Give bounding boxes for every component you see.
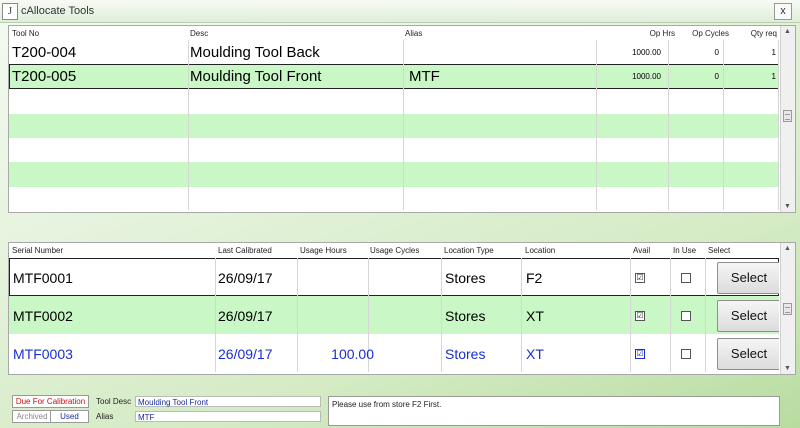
in-use-checkbox[interactable] <box>681 311 691 321</box>
col-op-hrs[interactable]: Op Hrs <box>650 29 675 38</box>
tool-alias: MTF <box>409 68 440 85</box>
empty-row <box>9 114 779 138</box>
scroll-thumb[interactable] <box>783 110 792 122</box>
tool-desc-field[interactable]: Moulding Tool Front <box>135 396 321 407</box>
location-type: Stores <box>445 308 486 324</box>
col-location-type[interactable]: Location Type <box>444 246 494 255</box>
location: F2 <box>526 270 543 286</box>
col-tool-no[interactable]: Tool No <box>12 29 39 38</box>
in-use-checkbox[interactable] <box>681 273 691 283</box>
table-row[interactable]: MTF0003 26/09/17 100.00 Stores XT ☑ Sele… <box>9 334 779 372</box>
scroll-up-icon[interactable]: ▲ <box>784 28 791 35</box>
col-op-cycles[interactable]: Op Cycles <box>692 29 729 38</box>
tools-grid-scrollbar[interactable]: ▲ ▼ <box>780 26 795 212</box>
archived-badge: Archived <box>12 410 52 423</box>
col-serial-number[interactable]: Serial Number <box>12 246 63 255</box>
avail-checkbox[interactable]: ☑ <box>635 349 645 359</box>
empty-row <box>9 187 779 210</box>
location: XT <box>526 308 544 324</box>
col-usage-hours[interactable]: Usage Hours <box>300 246 347 255</box>
alias-label: Alias <box>96 412 114 421</box>
scroll-down-icon[interactable]: ▼ <box>784 365 791 372</box>
window-title: cAllocate Tools <box>21 5 95 17</box>
serials-grid-header: Serial Number Last Calibrated Usage Hour… <box>9 243 779 257</box>
qty-req: 1 <box>771 72 776 81</box>
scroll-up-icon[interactable]: ▲ <box>784 245 791 252</box>
title-bar: J cAllocate Tools x <box>0 0 800 23</box>
empty-row <box>9 138 779 162</box>
col-usage-cycles[interactable]: Usage Cycles <box>370 246 419 255</box>
table-row[interactable]: MTF0002 26/09/17 Stores XT ☑ Select <box>9 296 779 334</box>
last-calibrated: 26/09/17 <box>218 346 273 362</box>
tools-grid: Tool No Desc Alias Op Hrs Op Cycles Qty … <box>8 25 796 213</box>
op-cycles: 0 <box>714 72 719 81</box>
op-cycles: 0 <box>714 48 719 57</box>
empty-row <box>9 162 779 187</box>
qty-req: 1 <box>771 48 776 57</box>
col-desc[interactable]: Desc <box>190 29 208 38</box>
used-badge: Used <box>50 410 89 423</box>
tool-no: T200-004 <box>12 44 77 61</box>
serials-grid: Serial Number Last Calibrated Usage Hour… <box>8 242 796 375</box>
col-avail[interactable]: Avail <box>633 246 650 255</box>
usage-hours: 100.00 <box>331 346 374 362</box>
scroll-thumb[interactable] <box>783 303 792 315</box>
serial-number: MTF0003 <box>13 346 73 362</box>
serial-number: MTF0001 <box>13 270 73 286</box>
scroll-down-icon[interactable]: ▼ <box>784 203 791 210</box>
select-button[interactable]: Select <box>717 262 779 294</box>
col-alias[interactable]: Alias <box>405 29 422 38</box>
location-type: Stores <box>445 346 486 362</box>
location: XT <box>526 346 544 362</box>
tool-desc: Moulding Tool Front <box>190 68 322 85</box>
tool-no: T200-005 <box>12 68 77 85</box>
last-calibrated: 26/09/17 <box>218 270 273 286</box>
select-button[interactable]: Select <box>717 338 779 370</box>
table-row-selected[interactable]: T200-005 Moulding Tool Front MTF 1000.00… <box>9 64 779 89</box>
avail-checkbox[interactable]: ☑ <box>635 273 645 283</box>
col-in-use[interactable]: In Use <box>673 246 696 255</box>
last-calibrated: 26/09/17 <box>218 308 273 324</box>
select-button[interactable]: Select <box>717 300 779 332</box>
op-hrs: 1000.00 <box>632 72 661 81</box>
location-type: Stores <box>445 270 486 286</box>
col-location[interactable]: Location <box>525 246 555 255</box>
op-hrs: 1000.00 <box>632 48 661 57</box>
due-calibration-badge: Due For Calibration <box>12 395 89 408</box>
col-qty-req[interactable]: Qty req <box>751 29 777 38</box>
tool-desc-label: Tool Desc <box>96 397 132 406</box>
app-icon: J <box>2 3 18 20</box>
tool-desc: Moulding Tool Back <box>190 44 320 61</box>
notes-box[interactable]: Please use from store F2 First. <box>328 396 780 426</box>
in-use-checkbox[interactable] <box>681 349 691 359</box>
col-last-calibrated[interactable]: Last Calibrated <box>218 246 272 255</box>
empty-row <box>9 89 779 114</box>
avail-checkbox[interactable]: ☑ <box>635 311 645 321</box>
alias-field[interactable]: MTF <box>135 411 321 422</box>
close-button[interactable]: x <box>774 3 792 20</box>
table-row[interactable]: T200-004 Moulding Tool Back 1000.00 0 1 <box>9 40 779 64</box>
tools-grid-header: Tool No Desc Alias Op Hrs Op Cycles Qty … <box>9 26 779 40</box>
col-select[interactable]: Select <box>708 246 730 255</box>
serial-number: MTF0002 <box>13 308 73 324</box>
serials-grid-scrollbar[interactable]: ▲ ▼ <box>780 243 795 374</box>
table-row-selected[interactable]: MTF0001 26/09/17 Stores F2 ☑ Select <box>9 258 779 296</box>
